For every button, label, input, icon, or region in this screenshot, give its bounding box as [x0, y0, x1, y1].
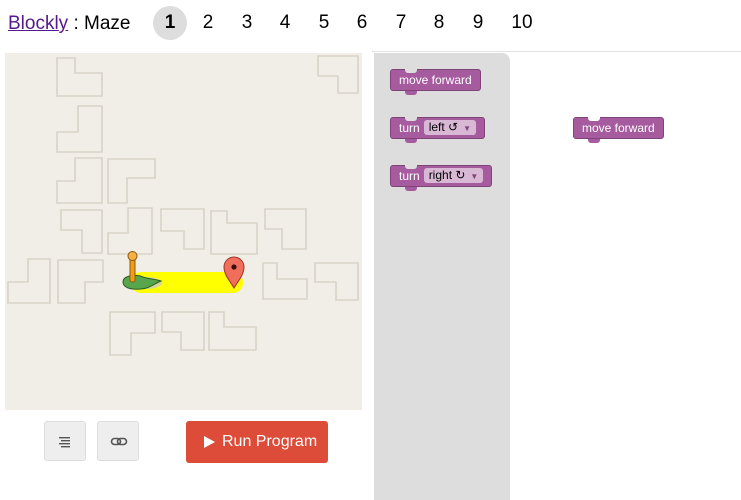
- level-8-link[interactable]: 8: [422, 6, 456, 40]
- turn-direction-dropdown[interactable]: left ↺ ▼: [423, 120, 477, 135]
- code-lines-icon: [59, 437, 70, 448]
- title-separator: :: [68, 13, 85, 34]
- toolbox-block-turn-left[interactable]: turn left ↺ ▼: [390, 117, 486, 143]
- level-1-link[interactable]: 1: [153, 6, 187, 40]
- show-code-button[interactable]: [44, 421, 86, 461]
- toolbox-block-move-forward[interactable]: move forward: [390, 69, 481, 95]
- workspace-block-move-forward[interactable]: move forward: [573, 117, 664, 143]
- dropdown-caret-icon: ▼: [470, 172, 479, 181]
- block-label: move forward: [582, 121, 655, 135]
- maze-canvas: [5, 53, 362, 410]
- blockly-home-link[interactable]: Blockly: [8, 13, 68, 34]
- maze-wall-tiles: [7, 55, 359, 356]
- blockly-workspace[interactable]: move forward: [510, 53, 741, 500]
- level-9-link[interactable]: 9: [461, 6, 495, 40]
- run-program-label: Run Program: [222, 433, 318, 450]
- maze-drawing: [7, 55, 359, 356]
- level-10-link[interactable]: 10: [504, 6, 540, 40]
- play-icon: [204, 436, 215, 448]
- dropdown-value: right ↻: [428, 168, 466, 182]
- run-program-button[interactable]: Run Program: [186, 421, 328, 463]
- link-icon: [110, 437, 128, 446]
- block-label: turn: [399, 121, 420, 135]
- toolbox-flyout: move forward turn left ↺ ▼ turn right ↻ ▼: [374, 53, 510, 500]
- header: Blockly : Maze 1 2 3 4 5 6 7 8 9 10: [0, 0, 741, 50]
- level-4-link[interactable]: 4: [268, 6, 302, 40]
- block-label: turn: [399, 169, 420, 183]
- maze-title: Maze: [84, 13, 131, 34]
- level-3-link[interactable]: 3: [230, 6, 264, 40]
- level-7-link[interactable]: 7: [384, 6, 418, 40]
- level-5-link[interactable]: 5: [307, 6, 341, 40]
- level-6-link[interactable]: 6: [345, 6, 379, 40]
- toolbox-block-turn-right[interactable]: turn right ↻ ▼: [390, 165, 493, 191]
- dropdown-value: left ↺: [428, 120, 459, 134]
- header-divider: [372, 51, 741, 52]
- level-2-link[interactable]: 2: [191, 6, 225, 40]
- block-label: move forward: [399, 73, 472, 87]
- dropdown-caret-icon: ▼: [463, 124, 472, 133]
- link-button[interactable]: [97, 421, 139, 461]
- page-title: Blockly : Maze: [8, 12, 131, 36]
- turn-direction-dropdown[interactable]: right ↻ ▼: [423, 168, 484, 183]
